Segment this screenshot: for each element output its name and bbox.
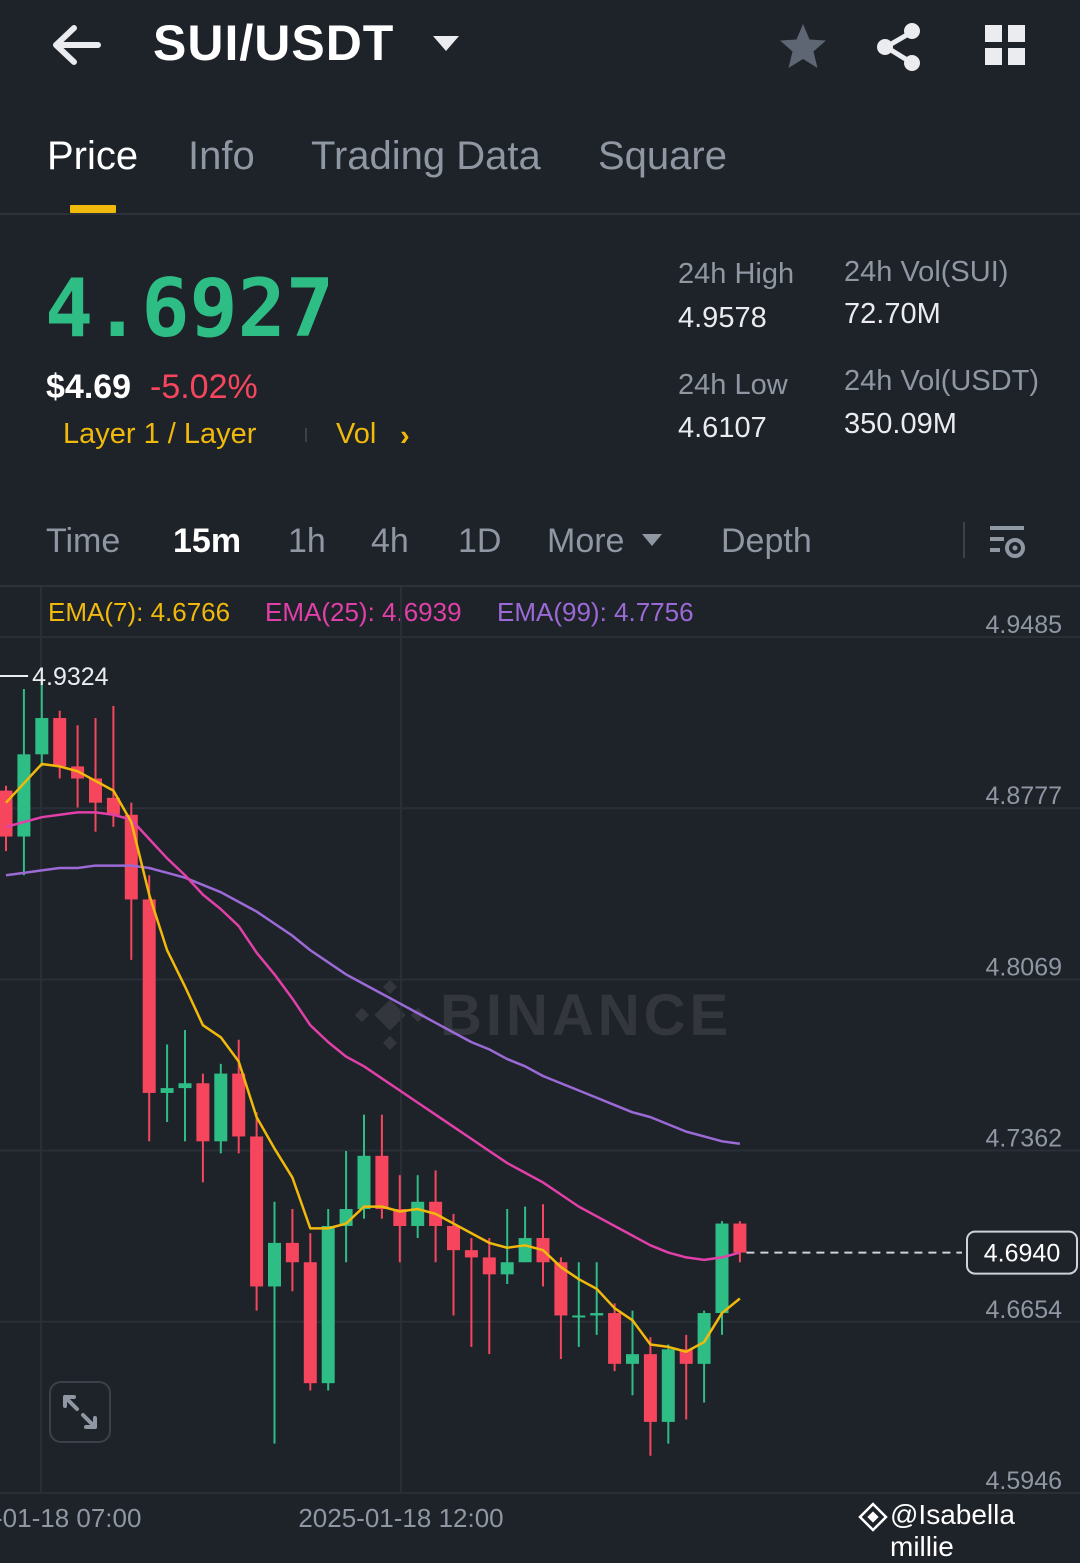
- candle-body: [411, 1201, 425, 1226]
- candle-body: [518, 1238, 532, 1263]
- candle-body: [500, 1262, 514, 1275]
- y-tick-label: 4.8069: [986, 953, 1062, 981]
- candle-body: [608, 1313, 622, 1364]
- change-percent: -5.02%: [150, 368, 258, 406]
- top-bar: SUI/USDT: [0, 0, 1080, 100]
- ema25-line: [5, 811, 741, 1262]
- category-tag[interactable]: Layer 1 / Layer: [63, 418, 256, 451]
- tf-depth[interactable]: Depth: [721, 522, 812, 561]
- share-icon: [877, 23, 920, 71]
- expand-icon: [63, 1395, 97, 1429]
- active-tab-indicator: [70, 205, 116, 213]
- candle-body: [35, 718, 49, 755]
- chart-settings-button[interactable]: [988, 522, 1028, 562]
- max-price-label: 4.9324: [32, 663, 109, 691]
- candle-body: [321, 1225, 335, 1384]
- tab-square[interactable]: Square: [598, 134, 727, 179]
- ema7-line: [5, 762, 741, 1353]
- stat-low-value: 4.6107: [678, 412, 767, 444]
- stat-vol-quote-label: 24h Vol(USDT): [844, 365, 1040, 397]
- candle-body: [303, 1262, 317, 1384]
- candle-body: [214, 1073, 228, 1142]
- tf-1d[interactable]: 1D: [458, 522, 501, 561]
- tf-15m[interactable]: 15m: [173, 522, 241, 561]
- star-icon: [780, 24, 826, 68]
- candle-body: [464, 1250, 478, 1258]
- divider: [963, 522, 965, 558]
- tf-1h[interactable]: 1h: [288, 522, 326, 561]
- stat-high-label: 24h High: [678, 258, 795, 290]
- chevron-right-icon[interactable]: ›: [400, 420, 410, 453]
- stat-vol-quote-value: 350.09M: [844, 408, 957, 440]
- candle-body: [572, 1315, 586, 1318]
- x-tick-label: -01-18 07:00: [0, 1503, 141, 1533]
- grid-icon: [985, 25, 1025, 65]
- candle-body: [285, 1242, 299, 1263]
- candle-body: [375, 1155, 389, 1210]
- share-button[interactable]: [874, 20, 924, 74]
- candle-body: [268, 1242, 281, 1287]
- candle-body: [142, 899, 156, 1093]
- candle-body: [196, 1083, 210, 1142]
- pair-selector-caret-icon[interactable]: [431, 34, 461, 59]
- arrow-left-icon: [53, 25, 101, 65]
- candle-body: [590, 1313, 604, 1316]
- favorite-button[interactable]: [776, 20, 830, 74]
- stat-vol-base-label: 24h Vol(SUI): [844, 256, 1009, 288]
- candle-body: [232, 1073, 246, 1137]
- candle-body: [733, 1223, 747, 1253]
- back-button[interactable]: [48, 20, 104, 70]
- candle-body: [482, 1257, 496, 1275]
- more-caret-icon[interactable]: [641, 533, 663, 552]
- candle-body: [160, 1088, 174, 1093]
- tab-trading-data[interactable]: Trading Data: [311, 134, 541, 179]
- candlestick-chart[interactable]: 4.9485 4.8777 4.8069 4.7362 4.6654 4.5946 -01-…: [0, 587, 1080, 1539]
- candle-body: [124, 814, 138, 900]
- credit-text: @Isabella millie: [890, 1499, 1015, 1562]
- tab-price[interactable]: Price: [47, 134, 138, 179]
- y-tick-label: 4.6654: [986, 1296, 1063, 1324]
- pair-title[interactable]: SUI/USDT: [153, 14, 394, 72]
- y-tick-label: 4.9485: [986, 611, 1062, 639]
- tf-more[interactable]: More: [547, 522, 624, 561]
- tf-4h[interactable]: 4h: [371, 522, 409, 561]
- candle-body: [53, 718, 67, 767]
- candle-body: [178, 1083, 192, 1089]
- candle-body: [697, 1313, 711, 1364]
- ema99-line: [5, 864, 741, 1145]
- stat-low-label: 24h Low: [678, 369, 788, 401]
- y-tick-label: 4.5946: [986, 1467, 1062, 1495]
- vol-link[interactable]: Vol: [336, 418, 376, 451]
- fullscreen-button[interactable]: [49, 1381, 111, 1443]
- candle-body: [661, 1349, 675, 1422]
- tf-time[interactable]: Time: [46, 522, 120, 561]
- candle-body: [250, 1136, 264, 1287]
- chart-settings-icon: [990, 526, 1025, 558]
- diamond-logo-icon: [858, 1502, 888, 1537]
- candle-body: [626, 1354, 639, 1364]
- current-price-label: 4.6940: [984, 1240, 1060, 1268]
- usd-price: $4.69: [46, 368, 132, 406]
- tag-separator: [305, 428, 307, 442]
- divider: [0, 213, 1080, 215]
- y-tick-label: 4.8777: [986, 782, 1062, 810]
- tab-info[interactable]: Info: [188, 134, 255, 179]
- x-tick-label: 2025-01-18 12:00: [298, 1503, 503, 1533]
- candle-body: [643, 1354, 657, 1422]
- candle-body: [447, 1225, 460, 1251]
- stat-high-value: 4.9578: [678, 302, 767, 334]
- menu-button[interactable]: [980, 20, 1030, 70]
- candle-body: [715, 1223, 729, 1314]
- last-price: 4.6927: [45, 262, 334, 355]
- candle-body: [357, 1155, 371, 1210]
- stat-vol-base-value: 72.70M: [844, 298, 941, 330]
- y-tick-label: 4.7362: [986, 1125, 1062, 1153]
